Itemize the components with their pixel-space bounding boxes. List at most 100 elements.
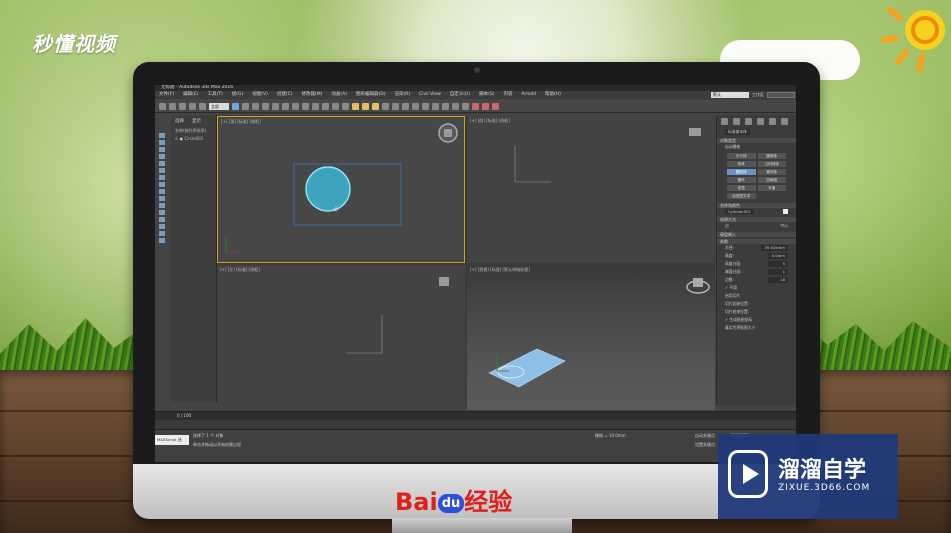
menu-item[interactable]: 图形编辑器(D) [356, 91, 385, 99]
display-helpers-icon[interactable] [159, 161, 165, 166]
reference-coordinate-icon[interactable] [312, 102, 319, 110]
slice-on-checkbox[interactable]: 启用切片 [725, 293, 740, 299]
param-spinner[interactable]: 0.0mm [768, 253, 788, 259]
tab-select[interactable]: 选择 [175, 118, 184, 124]
filter-icon[interactable] [159, 238, 165, 243]
menu-item[interactable]: 视图(V) [252, 91, 268, 99]
selection-filter-dropdown[interactable]: 全部 [209, 102, 229, 110]
tube-button[interactable]: 管状体 [757, 169, 786, 175]
mapping-coords-checkbox[interactable]: ✓ 生成贴图坐标 [725, 317, 752, 323]
percent-snap-icon[interactable] [372, 102, 379, 110]
display-groups-icon[interactable] [159, 175, 165, 180]
scene-object-row[interactable]: ⊙ ● Circle001 [171, 135, 216, 142]
undo-icon[interactable] [159, 102, 166, 110]
time-slider[interactable]: 0 / 100 [155, 411, 796, 420]
spinner-snap-icon[interactable] [382, 102, 389, 110]
display-cameras-icon[interactable] [159, 154, 165, 159]
rectangle-selection-icon[interactable] [252, 102, 259, 110]
autokey-button[interactable]: 自动关键点 [695, 433, 715, 439]
bind-space-warp-icon[interactable] [199, 102, 206, 110]
torus-button[interactable]: 圆环 [727, 177, 756, 183]
sphere-button[interactable]: 球体 [727, 161, 756, 167]
viewport-perspective[interactable]: [+] [透视] [标准] [默认明暗处理] [467, 265, 715, 410]
display-shapes-icon[interactable] [159, 140, 165, 145]
display-spacewarps-icon[interactable] [159, 168, 165, 173]
material-editor-icon[interactable] [462, 102, 469, 110]
scale-icon[interactable] [292, 102, 299, 110]
align-icon[interactable] [412, 102, 419, 110]
menu-item[interactable]: 创建(C) [277, 91, 293, 99]
scene-explorer-header[interactable]: 名称(按升序排序) [171, 127, 216, 135]
object-name-field[interactable]: Cylinder001 [725, 209, 754, 214]
real-world-map-checkbox[interactable]: 真实世界贴图大小 [725, 325, 755, 331]
display-hidden-icon[interactable] [159, 210, 165, 215]
hierarchy-tab-icon[interactable] [745, 118, 752, 125]
curve-editor-icon[interactable] [442, 102, 449, 110]
viewport-label[interactable]: [+] [顶] [标准] [线框] [221, 119, 261, 125]
radio-edge[interactable]: 边 [725, 223, 729, 229]
viewport-label[interactable]: [+] [透视] [标准] [默认明暗处理] [470, 267, 530, 273]
param-spinner[interactable]: 5 [768, 261, 788, 267]
param-spinner[interactable]: 18 [768, 277, 788, 283]
snap-toggle-icon[interactable] [352, 102, 359, 110]
setkey-button[interactable]: 设置关键点 [695, 442, 715, 448]
display-containers-icon[interactable] [159, 196, 165, 201]
rotate-icon[interactable] [282, 102, 289, 110]
menu-item[interactable]: Arnold [521, 91, 536, 99]
schematic-view-icon[interactable] [452, 102, 459, 110]
track-bar[interactable] [155, 420, 796, 430]
display-all-icon[interactable] [159, 217, 165, 222]
menu-item[interactable]: 渲染(R) [394, 91, 410, 99]
display-none-icon[interactable] [159, 224, 165, 229]
modify-tab-icon[interactable] [733, 118, 740, 125]
render-production-icon[interactable] [492, 102, 499, 110]
menu-item[interactable]: 编辑(E) [183, 91, 198, 99]
rollout-keyboard-entry[interactable]: 键盘输入 [717, 232, 796, 237]
select-manipulate-icon[interactable] [332, 102, 339, 110]
place-icon[interactable] [302, 102, 309, 110]
keyboard-shortcut-icon[interactable] [342, 102, 349, 110]
viewport-label[interactable]: [+] [前] [标准] [线框] [470, 118, 510, 124]
param-spinner[interactable]: 1 [768, 269, 788, 275]
pyramid-button[interactable]: 四棱锥 [757, 177, 786, 183]
invert-display-icon[interactable] [159, 231, 165, 236]
viewport-label[interactable]: [+] [左] [标准] [线框] [220, 267, 260, 273]
smooth-checkbox[interactable]: ✓ 平滑 [725, 285, 737, 291]
scene-explorer-icon[interactable] [432, 102, 439, 110]
pivot-center-icon[interactable] [322, 102, 329, 110]
autogrid-checkbox[interactable]: 自动栅格 [725, 144, 740, 150]
display-bones-icon[interactable] [159, 189, 165, 194]
menu-item[interactable]: 文件(F) [159, 91, 174, 99]
display-lights-icon[interactable] [159, 147, 165, 152]
color-swatch[interactable] [783, 209, 788, 214]
menu-item[interactable]: 帮助(H) [545, 91, 561, 99]
motion-tab-icon[interactable] [757, 118, 764, 125]
plane-button[interactable]: 平面 [757, 185, 786, 191]
rendered-frame-icon[interactable] [482, 102, 489, 110]
menu-item[interactable]: 组(G) [232, 91, 244, 99]
menu-item[interactable]: Civil View [419, 91, 441, 99]
cylinder-button[interactable]: 圆柱体 [727, 169, 756, 175]
display-tab-icon[interactable] [769, 118, 776, 125]
box-button[interactable]: 长方体 [727, 153, 756, 159]
display-xrefs-icon[interactable] [159, 182, 165, 187]
cone-button[interactable]: 圆锥体 [757, 153, 786, 159]
radio-center[interactable]: 中心 [780, 223, 788, 229]
teapot-button[interactable]: 茶壶 [727, 185, 756, 191]
param-spinner[interactable]: 39.925mm [761, 245, 788, 251]
menu-item[interactable]: 动画(A) [331, 91, 347, 99]
workspace-dropdown[interactable]: 默认 [711, 92, 749, 98]
mirror-icon[interactable] [402, 102, 409, 110]
tab-display[interactable]: 显示 [192, 118, 201, 124]
textplus-button[interactable]: 加强型文本 [727, 193, 756, 199]
angle-snap-icon[interactable] [362, 102, 369, 110]
select-object-icon[interactable] [232, 102, 239, 110]
workspace-secondary-dropdown[interactable] [767, 92, 795, 98]
edit-named-selection-icon[interactable] [392, 102, 399, 110]
category-dropdown[interactable]: 标准基本体 [725, 129, 750, 135]
menu-item[interactable]: 脚本(S) [479, 91, 494, 99]
viewport-left[interactable]: [+] [左] [标准] [线框] [217, 265, 465, 410]
unlink-icon[interactable] [189, 102, 196, 110]
link-icon[interactable] [179, 102, 186, 110]
viewport-front[interactable]: [+] [前] [标准] [线框] [467, 116, 715, 263]
